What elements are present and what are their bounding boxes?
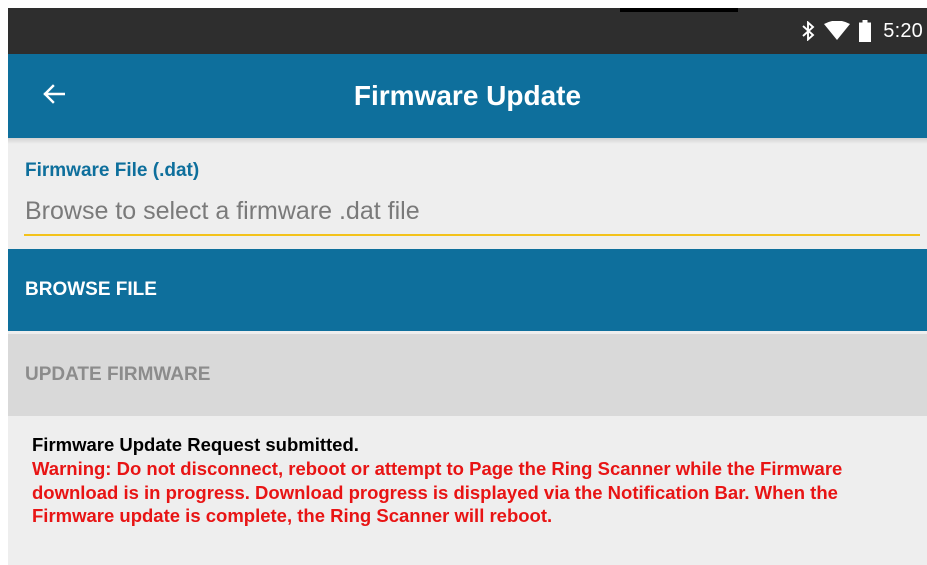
warning-message: Warning: Do not disconnect, reboot or at… <box>32 458 843 526</box>
firmware-file-input[interactable] <box>24 188 920 236</box>
back-button[interactable] <box>32 74 76 118</box>
app-bar-shadow <box>8 138 927 144</box>
battery-icon <box>859 20 872 42</box>
status-bar-notch <box>620 8 738 12</box>
request-submitted-message: Firmware Update Request submitted. <box>32 434 359 455</box>
status-bar: 5:20 <box>8 8 927 54</box>
wifi-icon <box>824 21 851 41</box>
bluetooth-icon <box>801 21 815 41</box>
page-title: Firmware Update <box>353 80 582 111</box>
firmware-file-field: Firmware File (.dat) <box>8 138 927 249</box>
arrow-left-icon <box>43 84 66 108</box>
browse-file-button[interactable]: BROWSE FILE <box>8 249 927 331</box>
status-time: 5:20 <box>883 19 923 42</box>
message-area: Firmware Update Request submitted. Warni… <box>8 416 927 565</box>
app-bar: Firmware Update <box>8 54 927 138</box>
update-firmware-button[interactable]: UPDATE FIRMWARE <box>8 334 927 416</box>
firmware-file-label: Firmware File (.dat) <box>25 160 200 181</box>
status-icons: 5:20 <box>801 8 923 54</box>
app-screen: 5:20 Firmware Update Firmware File (.dat… <box>8 8 927 565</box>
